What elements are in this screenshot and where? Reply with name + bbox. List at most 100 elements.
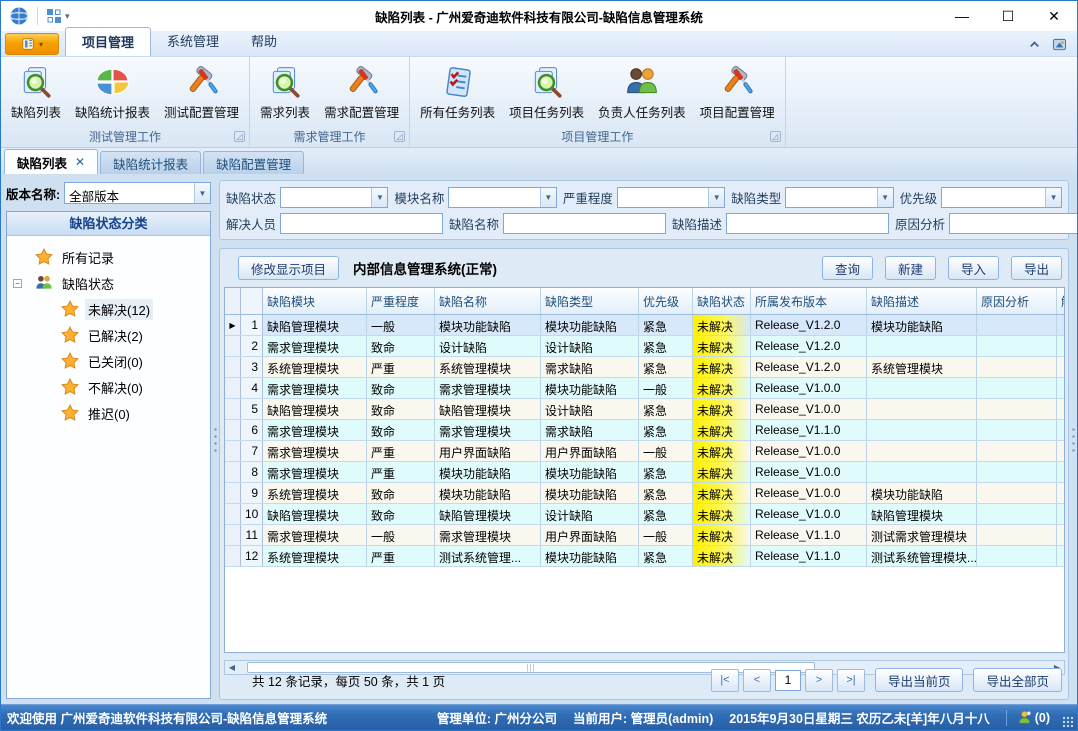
collapse-node-icon[interactable]: − [13, 279, 22, 288]
modify-columns-button[interactable]: 修改显示项目 [238, 256, 339, 280]
doc-tab-defect-report[interactable]: 缺陷统计报表 [100, 151, 201, 174]
tree-item-defect-status[interactable]: −缺陷状态 [9, 270, 208, 296]
export-all-pages-button[interactable]: 导出全部页 [973, 668, 1062, 692]
star-icon [61, 352, 79, 370]
collapse-ribbon-icon[interactable] [1027, 37, 1042, 52]
export-button[interactable]: 导出 [1011, 256, 1062, 280]
resolver-input[interactable] [280, 213, 443, 234]
module-name-select[interactable]: ▼ [448, 187, 556, 208]
tree-item-postponed[interactable]: 推迟(0) [9, 400, 208, 426]
app-globe-icon[interactable] [9, 6, 29, 26]
column-header[interactable]: 严重程度 [367, 288, 435, 314]
table-row[interactable]: ▶1缺陷管理模块一般模块功能缺陷模块功能缺陷紧急未解决Release_V1.2.… [225, 315, 1064, 336]
import-button[interactable]: 导入 [948, 256, 999, 280]
tree-item-all-records[interactable]: 所有记录 [9, 244, 208, 270]
ribbon-button-defect-report[interactable]: 缺陷统计报表 [69, 61, 156, 123]
close-tab-icon[interactable]: ✕ [75, 155, 85, 169]
ribbon-button-project-tasks[interactable]: 项目任务列表 [503, 61, 590, 123]
tree-item-closed[interactable]: 已关闭(0) [9, 348, 208, 374]
doc-tab-defect-list[interactable]: 缺陷列表✕ [4, 149, 98, 174]
table-row[interactable]: 8需求管理模块严重模块功能缺陷模块功能缺陷紧急未解决Release_V1.0.0 [225, 462, 1064, 483]
severity-select[interactable]: ▼ [617, 187, 725, 208]
tree-item-resolved[interactable]: 已解决(2) [9, 322, 208, 348]
defect-desc-input[interactable] [726, 213, 889, 234]
select-value [786, 188, 876, 207]
right-splitter[interactable] [1070, 174, 1077, 704]
table-row[interactable]: 2需求管理模块致命设计缺陷设计缺陷紧急未解决Release_V1.2.0 [225, 336, 1064, 357]
defect-type-select[interactable]: ▼ [785, 187, 893, 208]
table-row[interactable]: 7需求管理模块严重用户界面缺陷用户界面缺陷一般未解决Release_V1.0.0 [225, 441, 1064, 462]
tree-item-label: 不解决(0) [85, 377, 146, 398]
ribbon-tab-help[interactable]: 帮助 [235, 27, 293, 56]
close-button[interactable]: ✕ [1031, 1, 1077, 31]
last-page-button[interactable]: >| [837, 669, 865, 692]
ribbon-button-owner-tasks[interactable]: 负责人任务列表 [592, 61, 692, 123]
first-page-button[interactable]: |< [711, 669, 739, 692]
about-icon[interactable] [1052, 37, 1067, 52]
minimize-button[interactable]: — [939, 1, 985, 31]
filter-label: 原因分析 [895, 214, 945, 233]
next-page-button[interactable]: > [805, 669, 833, 692]
column-header[interactable]: 所属发布版本 [751, 288, 867, 314]
table-row[interactable]: 12系统管理模块严重测试系统管理...模块功能缺陷紧急未解决Release_V1… [225, 546, 1064, 567]
dialog-launcher-icon[interactable]: ◿ [394, 131, 405, 142]
table-row[interactable]: 5缺陷管理模块致命缺陷管理模块设计缺陷紧急未解决Release_V1.0.0 [225, 399, 1064, 420]
cause-analysis-input[interactable] [949, 213, 1078, 234]
dialog-launcher-icon[interactable]: ◿ [234, 131, 245, 142]
application-menu-button[interactable]: ▾ [5, 33, 59, 55]
dialog-launcher-icon[interactable]: ◿ [770, 131, 781, 142]
new-button[interactable]: 新建 [885, 256, 936, 280]
chevron-down-icon: ▾ [39, 40, 43, 49]
ribbon-tab-system-management[interactable]: 系统管理 [151, 27, 235, 56]
column-header[interactable]: 缺陷状态 [693, 288, 751, 314]
column-header[interactable]: 缺陷类型 [541, 288, 639, 314]
defect-name-input[interactable] [503, 213, 666, 234]
version-select[interactable]: 全部版本 ▼ [64, 182, 211, 204]
maximize-button[interactable]: ☐ [985, 1, 1031, 31]
ribbon-button-requirement-config[interactable]: 需求配置管理 [318, 61, 405, 123]
table-row[interactable]: 3系统管理模块严重系统管理模块需求缺陷紧急未解决Release_V1.2.0系统… [225, 357, 1064, 378]
defect-status-select[interactable]: ▼ [280, 187, 388, 208]
prev-page-button[interactable]: < [743, 669, 771, 692]
table-row[interactable]: 11需求管理模块一般需求管理模块用户界面缺陷一般未解决Release_V1.1.… [225, 525, 1064, 546]
page-number-input[interactable] [775, 670, 801, 691]
row-number-cell: 2 [241, 336, 263, 356]
ribbon-tab-project-management[interactable]: 项目管理 [65, 27, 151, 56]
table-cell: Release_V1.0.0 [751, 504, 867, 524]
query-button[interactable]: 查询 [822, 256, 873, 280]
column-header[interactable]: 原因分析 [977, 288, 1057, 314]
tree-item-unresolved[interactable]: 未解决(12) [9, 296, 208, 322]
table-cell [977, 483, 1057, 503]
ribbon-button-requirement-list[interactable]: 需求列表 [254, 61, 316, 123]
table-row[interactable]: 9系统管理模块致命模块功能缺陷模块功能缺陷紧急未解决Release_V1.0.0… [225, 483, 1064, 504]
resize-grip[interactable] [1062, 716, 1074, 728]
row-selector-cell [225, 525, 241, 545]
row-number-cell: 3 [241, 357, 263, 377]
filter-field-defect-status: 缺陷状态▼ [226, 187, 388, 208]
column-header[interactable]: 缺陷描述 [867, 288, 977, 314]
window-title: 缺陷列表 - 广州爱奇迪软件科技有限公司-缺陷信息管理系统 [1, 7, 1077, 26]
column-header[interactable]: 缺陷名称 [435, 288, 541, 314]
ribbon-tab-bar: ▾ 项目管理系统管理帮助 [1, 31, 1077, 57]
table-row[interactable]: 4需求管理模块致命需求管理模块模块功能缺陷一般未解决Release_V1.0.0 [225, 378, 1064, 399]
chevron-down-icon: ▼ [540, 188, 556, 207]
priority-select[interactable]: ▼ [941, 187, 1062, 208]
select-value [449, 188, 539, 207]
column-header[interactable]: 优先级 [639, 288, 693, 314]
column-header[interactable]: 解决 [1057, 288, 1065, 314]
left-splitter[interactable] [212, 174, 219, 704]
pagination-bar: 共 12 条记录，每页 50 条，共 1 页 |< < > >| 导出当前页 导… [226, 666, 1062, 694]
ribbon-button-all-tasks[interactable]: 所有任务列表 [414, 61, 501, 123]
table-cell [867, 441, 977, 461]
table-row[interactable]: 10缺陷管理模块致命缺陷管理模块设计缺陷紧急未解决Release_V1.0.0缺… [225, 504, 1064, 525]
doc-tab-defect-config[interactable]: 缺陷配置管理 [203, 151, 304, 174]
export-current-page-button[interactable]: 导出当前页 [875, 668, 964, 692]
ribbon-button-test-config[interactable]: 测试配置管理 [158, 61, 245, 123]
tree-item-wontfix[interactable]: 不解决(0) [9, 374, 208, 400]
table-cell [977, 525, 1057, 545]
ribbon-button-defect-list[interactable]: 缺陷列表 [5, 61, 67, 123]
column-header[interactable]: 缺陷模块 [263, 288, 367, 314]
table-row[interactable]: 6需求管理模块致命需求管理模块需求缺陷紧急未解决Release_V1.1.0 [225, 420, 1064, 441]
quick-access-toolbar-button[interactable]: ▾ [46, 8, 70, 24]
ribbon-button-project-config[interactable]: 项目配置管理 [694, 61, 781, 123]
